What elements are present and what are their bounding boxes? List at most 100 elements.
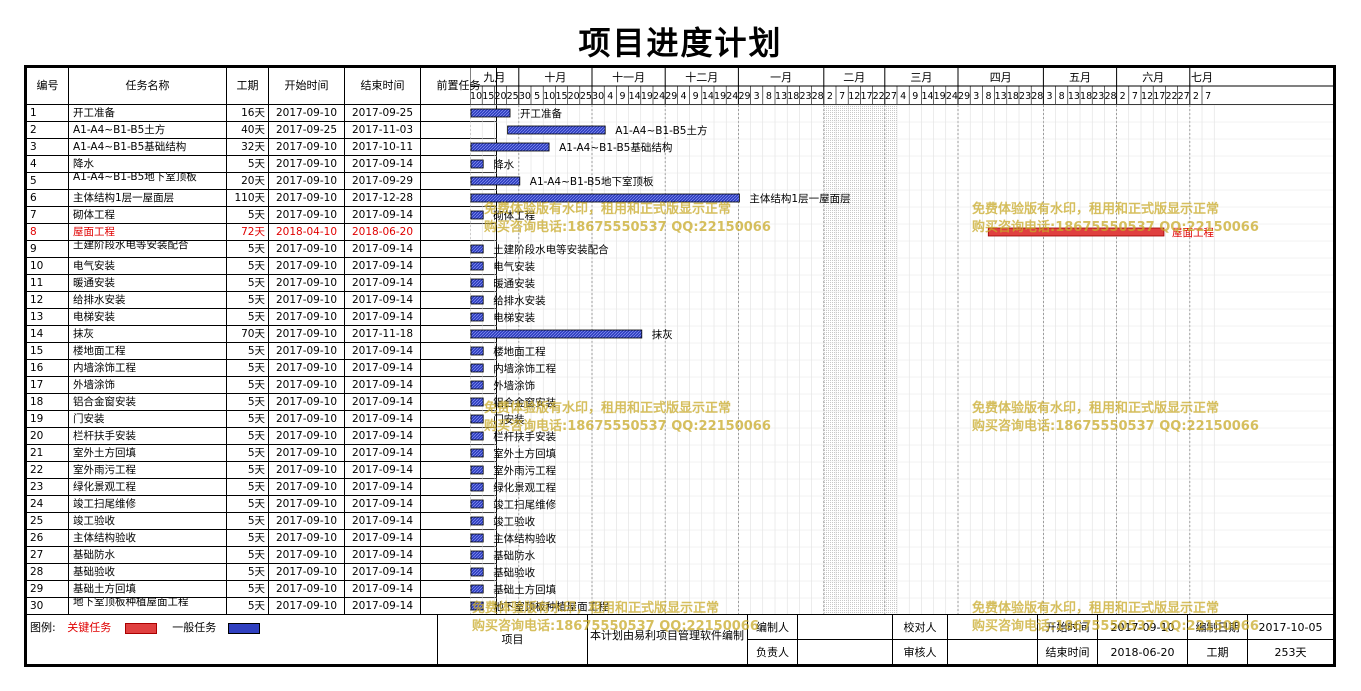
task-end[interactable]: 2017-09-14 xyxy=(345,428,421,445)
task-bar[interactable] xyxy=(470,601,484,611)
task-duration[interactable]: 40天 xyxy=(227,122,269,139)
task-end[interactable]: 2017-09-14 xyxy=(345,241,421,258)
task-duration[interactable]: 5天 xyxy=(227,530,269,547)
task-bar[interactable] xyxy=(470,329,643,339)
task-name[interactable]: 室外雨污工程 xyxy=(69,462,227,479)
task-name[interactable]: 降水 xyxy=(69,156,227,173)
task-name[interactable]: 基础防水 xyxy=(69,547,227,564)
task-duration[interactable]: 5天 xyxy=(227,258,269,275)
task-bar[interactable] xyxy=(470,550,484,560)
task-name[interactable]: 门安装 xyxy=(69,411,227,428)
task-start[interactable]: 2017-09-10 xyxy=(269,190,345,207)
reviewer-value[interactable] xyxy=(947,640,1037,665)
task-bar[interactable] xyxy=(470,380,484,390)
task-duration[interactable]: 5天 xyxy=(227,309,269,326)
task-duration[interactable]: 5天 xyxy=(227,428,269,445)
task-duration[interactable]: 5天 xyxy=(227,377,269,394)
task-duration[interactable]: 5天 xyxy=(227,445,269,462)
task-start[interactable]: 2017-09-25 xyxy=(269,122,345,139)
header-duration[interactable]: 工期 xyxy=(227,68,269,105)
task-id[interactable]: 29 xyxy=(27,581,69,598)
task-id[interactable]: 23 xyxy=(27,479,69,496)
task-bar[interactable] xyxy=(470,261,484,271)
task-start[interactable]: 2017-09-10 xyxy=(269,547,345,564)
task-name[interactable]: 开工准备 xyxy=(69,105,227,122)
task-duration[interactable]: 5天 xyxy=(227,581,269,598)
task-start[interactable]: 2017-09-10 xyxy=(269,343,345,360)
task-duration[interactable]: 5天 xyxy=(227,360,269,377)
task-start[interactable]: 2017-09-10 xyxy=(269,411,345,428)
task-duration[interactable]: 5天 xyxy=(227,547,269,564)
task-bar[interactable] xyxy=(470,142,550,152)
task-start[interactable]: 2017-09-10 xyxy=(269,428,345,445)
task-name[interactable]: 基础土方回填 xyxy=(69,581,227,598)
task-name[interactable]: 土建阶段水电等安装配合 xyxy=(69,241,227,258)
task-bar[interactable] xyxy=(470,312,484,322)
task-id[interactable]: 7 xyxy=(27,207,69,224)
task-start[interactable]: 2017-09-10 xyxy=(269,309,345,326)
task-duration[interactable]: 5天 xyxy=(227,241,269,258)
task-start[interactable]: 2017-09-10 xyxy=(269,530,345,547)
task-start[interactable]: 2017-09-10 xyxy=(269,394,345,411)
task-id[interactable]: 14 xyxy=(27,326,69,343)
task-duration[interactable]: 72天 xyxy=(227,224,269,241)
task-name[interactable]: 栏杆扶手安装 xyxy=(69,428,227,445)
task-name[interactable]: 主体结构验收 xyxy=(69,530,227,547)
task-end[interactable]: 2017-12-28 xyxy=(345,190,421,207)
task-end[interactable]: 2017-09-14 xyxy=(345,275,421,292)
task-id[interactable]: 8 xyxy=(27,224,69,241)
task-start[interactable]: 2018-04-10 xyxy=(269,224,345,241)
task-duration[interactable]: 5天 xyxy=(227,564,269,581)
task-start[interactable]: 2017-09-10 xyxy=(269,326,345,343)
task-end[interactable]: 2017-09-14 xyxy=(345,530,421,547)
task-start[interactable]: 2017-09-10 xyxy=(269,445,345,462)
task-name[interactable]: 外墙涂饰 xyxy=(69,377,227,394)
task-duration[interactable]: 5天 xyxy=(227,496,269,513)
task-bar[interactable] xyxy=(470,193,740,203)
task-end[interactable]: 2017-09-14 xyxy=(345,360,421,377)
task-bar[interactable] xyxy=(470,482,484,492)
task-name[interactable]: 电梯安装 xyxy=(69,309,227,326)
task-end[interactable]: 2017-09-14 xyxy=(345,258,421,275)
task-end[interactable]: 2017-09-14 xyxy=(345,564,421,581)
task-id[interactable]: 3 xyxy=(27,139,69,156)
task-start[interactable]: 2017-09-10 xyxy=(269,275,345,292)
task-bar[interactable] xyxy=(470,108,511,118)
task-id[interactable]: 22 xyxy=(27,462,69,479)
header-end[interactable]: 结束时间 xyxy=(345,68,421,105)
task-duration[interactable]: 5天 xyxy=(227,411,269,428)
task-bar[interactable] xyxy=(470,159,484,169)
task-end[interactable]: 2017-09-14 xyxy=(345,547,421,564)
task-duration[interactable]: 5天 xyxy=(227,598,269,615)
task-start[interactable]: 2017-09-10 xyxy=(269,258,345,275)
task-bar[interactable] xyxy=(470,516,484,526)
task-duration[interactable]: 20天 xyxy=(227,173,269,190)
task-duration[interactable]: 32天 xyxy=(227,139,269,156)
checker-value[interactable] xyxy=(947,615,1037,640)
task-duration[interactable]: 5天 xyxy=(227,275,269,292)
task-name[interactable]: A1-A4~B1-B5地下室顶板 xyxy=(69,173,227,190)
task-bar[interactable] xyxy=(470,414,484,424)
task-bar[interactable] xyxy=(470,278,484,288)
task-end[interactable]: 2017-09-14 xyxy=(345,513,421,530)
task-start[interactable]: 2017-09-10 xyxy=(269,377,345,394)
task-bar[interactable] xyxy=(470,448,484,458)
task-end[interactable]: 2017-09-14 xyxy=(345,496,421,513)
task-name[interactable]: 室外土方回填 xyxy=(69,445,227,462)
task-start[interactable]: 2017-09-10 xyxy=(269,496,345,513)
task-name[interactable]: 地下室顶板种植屋面工程 xyxy=(69,598,227,615)
task-end[interactable]: 2017-09-14 xyxy=(345,394,421,411)
task-id[interactable]: 24 xyxy=(27,496,69,513)
task-name[interactable]: 铝合金窗安装 xyxy=(69,394,227,411)
task-id[interactable]: 16 xyxy=(27,360,69,377)
task-duration[interactable]: 110天 xyxy=(227,190,269,207)
task-end[interactable]: 2017-09-14 xyxy=(345,207,421,224)
task-start[interactable]: 2017-09-10 xyxy=(269,479,345,496)
task-name[interactable]: A1-A4~B1-B5土方 xyxy=(69,122,227,139)
task-bar[interactable] xyxy=(470,363,484,373)
editor-value[interactable] xyxy=(797,615,892,640)
task-start[interactable]: 2017-09-10 xyxy=(269,241,345,258)
task-bar[interactable] xyxy=(470,584,484,594)
task-name[interactable]: 屋面工程 xyxy=(69,224,227,241)
task-end[interactable]: 2017-09-14 xyxy=(345,411,421,428)
